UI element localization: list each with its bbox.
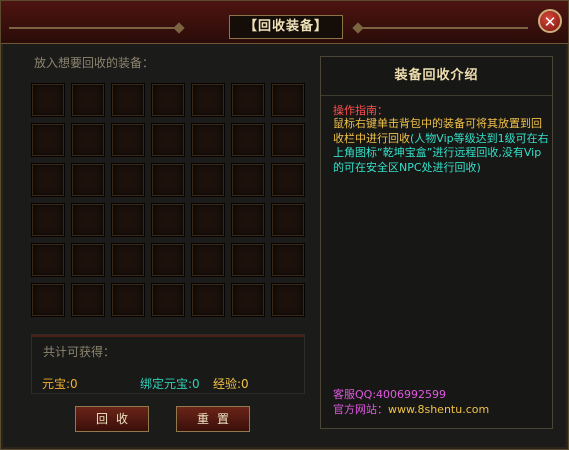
equipment-slot-grid (31, 83, 305, 317)
equipment-slot[interactable] (71, 163, 105, 197)
equipment-slot[interactable] (31, 163, 65, 197)
equipment-slot[interactable] (151, 283, 185, 317)
equipment-slot[interactable] (71, 203, 105, 237)
site-url[interactable]: www.8shentu.com (388, 403, 489, 416)
guide-text: 鼠标右键单击背包中的装备可将其放置到回收栏中进行回收(人物Vip等级达到1级可在… (333, 117, 551, 175)
equipment-slot[interactable] (271, 83, 305, 117)
equipment-slot[interactable] (231, 283, 265, 317)
official-site: 官方网站：www.8shentu.com (333, 401, 489, 417)
equipment-slot[interactable] (191, 243, 225, 277)
recycle-info-panel: 装备回收介绍 操作指南： 鼠标右键单击背包中的装备可将其放置到回收栏中进行回收(… (320, 56, 553, 429)
slot-prompt: 放入想要回收的装备： (34, 56, 155, 70)
equipment-slot[interactable] (31, 203, 65, 237)
bound-yuanbao-value: 绑定元宝:0 (140, 377, 200, 391)
equipment-slot[interactable] (111, 123, 145, 157)
equipment-slot[interactable] (191, 203, 225, 237)
equipment-slot[interactable] (271, 283, 305, 317)
close-icon[interactable]: ✕ (538, 9, 562, 33)
reward-title: 共计可获得： (43, 345, 116, 359)
equipment-slot[interactable] (231, 83, 265, 117)
site-label: 官方网站： (333, 403, 388, 416)
equipment-slot[interactable] (271, 163, 305, 197)
equipment-slot[interactable] (31, 83, 65, 117)
equipment-slot[interactable] (191, 123, 225, 157)
equipment-slot[interactable] (151, 83, 185, 117)
equipment-slot[interactable] (191, 283, 225, 317)
equipment-slot[interactable] (191, 83, 225, 117)
equipment-slot[interactable] (271, 203, 305, 237)
equipment-slot[interactable] (111, 163, 145, 197)
equipment-slot[interactable] (71, 243, 105, 277)
window-title: 【回收装备】 (229, 15, 343, 39)
title-bar: 【回收装备】 ✕ (1, 1, 568, 44)
equipment-slot[interactable] (151, 163, 185, 197)
equipment-slot[interactable] (111, 243, 145, 277)
equipment-slot[interactable] (271, 243, 305, 277)
equipment-slot[interactable] (231, 203, 265, 237)
equipment-slot[interactable] (151, 123, 185, 157)
yuanbao-value: 元宝:0 (42, 377, 78, 391)
exp-value: 经验:0 (213, 377, 249, 391)
equipment-slot[interactable] (271, 123, 305, 157)
equipment-slot[interactable] (111, 283, 145, 317)
equipment-slot[interactable] (71, 83, 105, 117)
equipment-slot[interactable] (231, 243, 265, 277)
panel-title: 装备回收介绍 (321, 57, 552, 96)
equipment-slot[interactable] (111, 203, 145, 237)
equipment-slot[interactable] (31, 283, 65, 317)
guide-title: 操作指南： (333, 104, 388, 117)
equipment-slot[interactable] (111, 83, 145, 117)
equipment-slot[interactable] (151, 203, 185, 237)
reward-summary: 共计可获得： 元宝:0 绑定元宝:0 经验:0 (31, 334, 305, 394)
recycle-button[interactable]: 回收 (75, 406, 149, 432)
equipment-slot[interactable] (231, 123, 265, 157)
equipment-slot[interactable] (231, 163, 265, 197)
recycle-window: 【回收装备】 ✕ 放入想要回收的装备： 共计可获得： 元宝:0 绑定元宝:0 经… (0, 0, 569, 450)
reset-button[interactable]: 重置 (176, 406, 250, 432)
equipment-slot[interactable] (71, 123, 105, 157)
equipment-slot[interactable] (71, 283, 105, 317)
customer-service-qq: 客服QQ:4006992599 (333, 388, 447, 401)
equipment-slot[interactable] (31, 123, 65, 157)
title-ornament-right (358, 27, 528, 29)
equipment-slot[interactable] (191, 163, 225, 197)
title-ornament-left (9, 27, 179, 29)
equipment-slot[interactable] (31, 243, 65, 277)
equipment-slot[interactable] (151, 243, 185, 277)
